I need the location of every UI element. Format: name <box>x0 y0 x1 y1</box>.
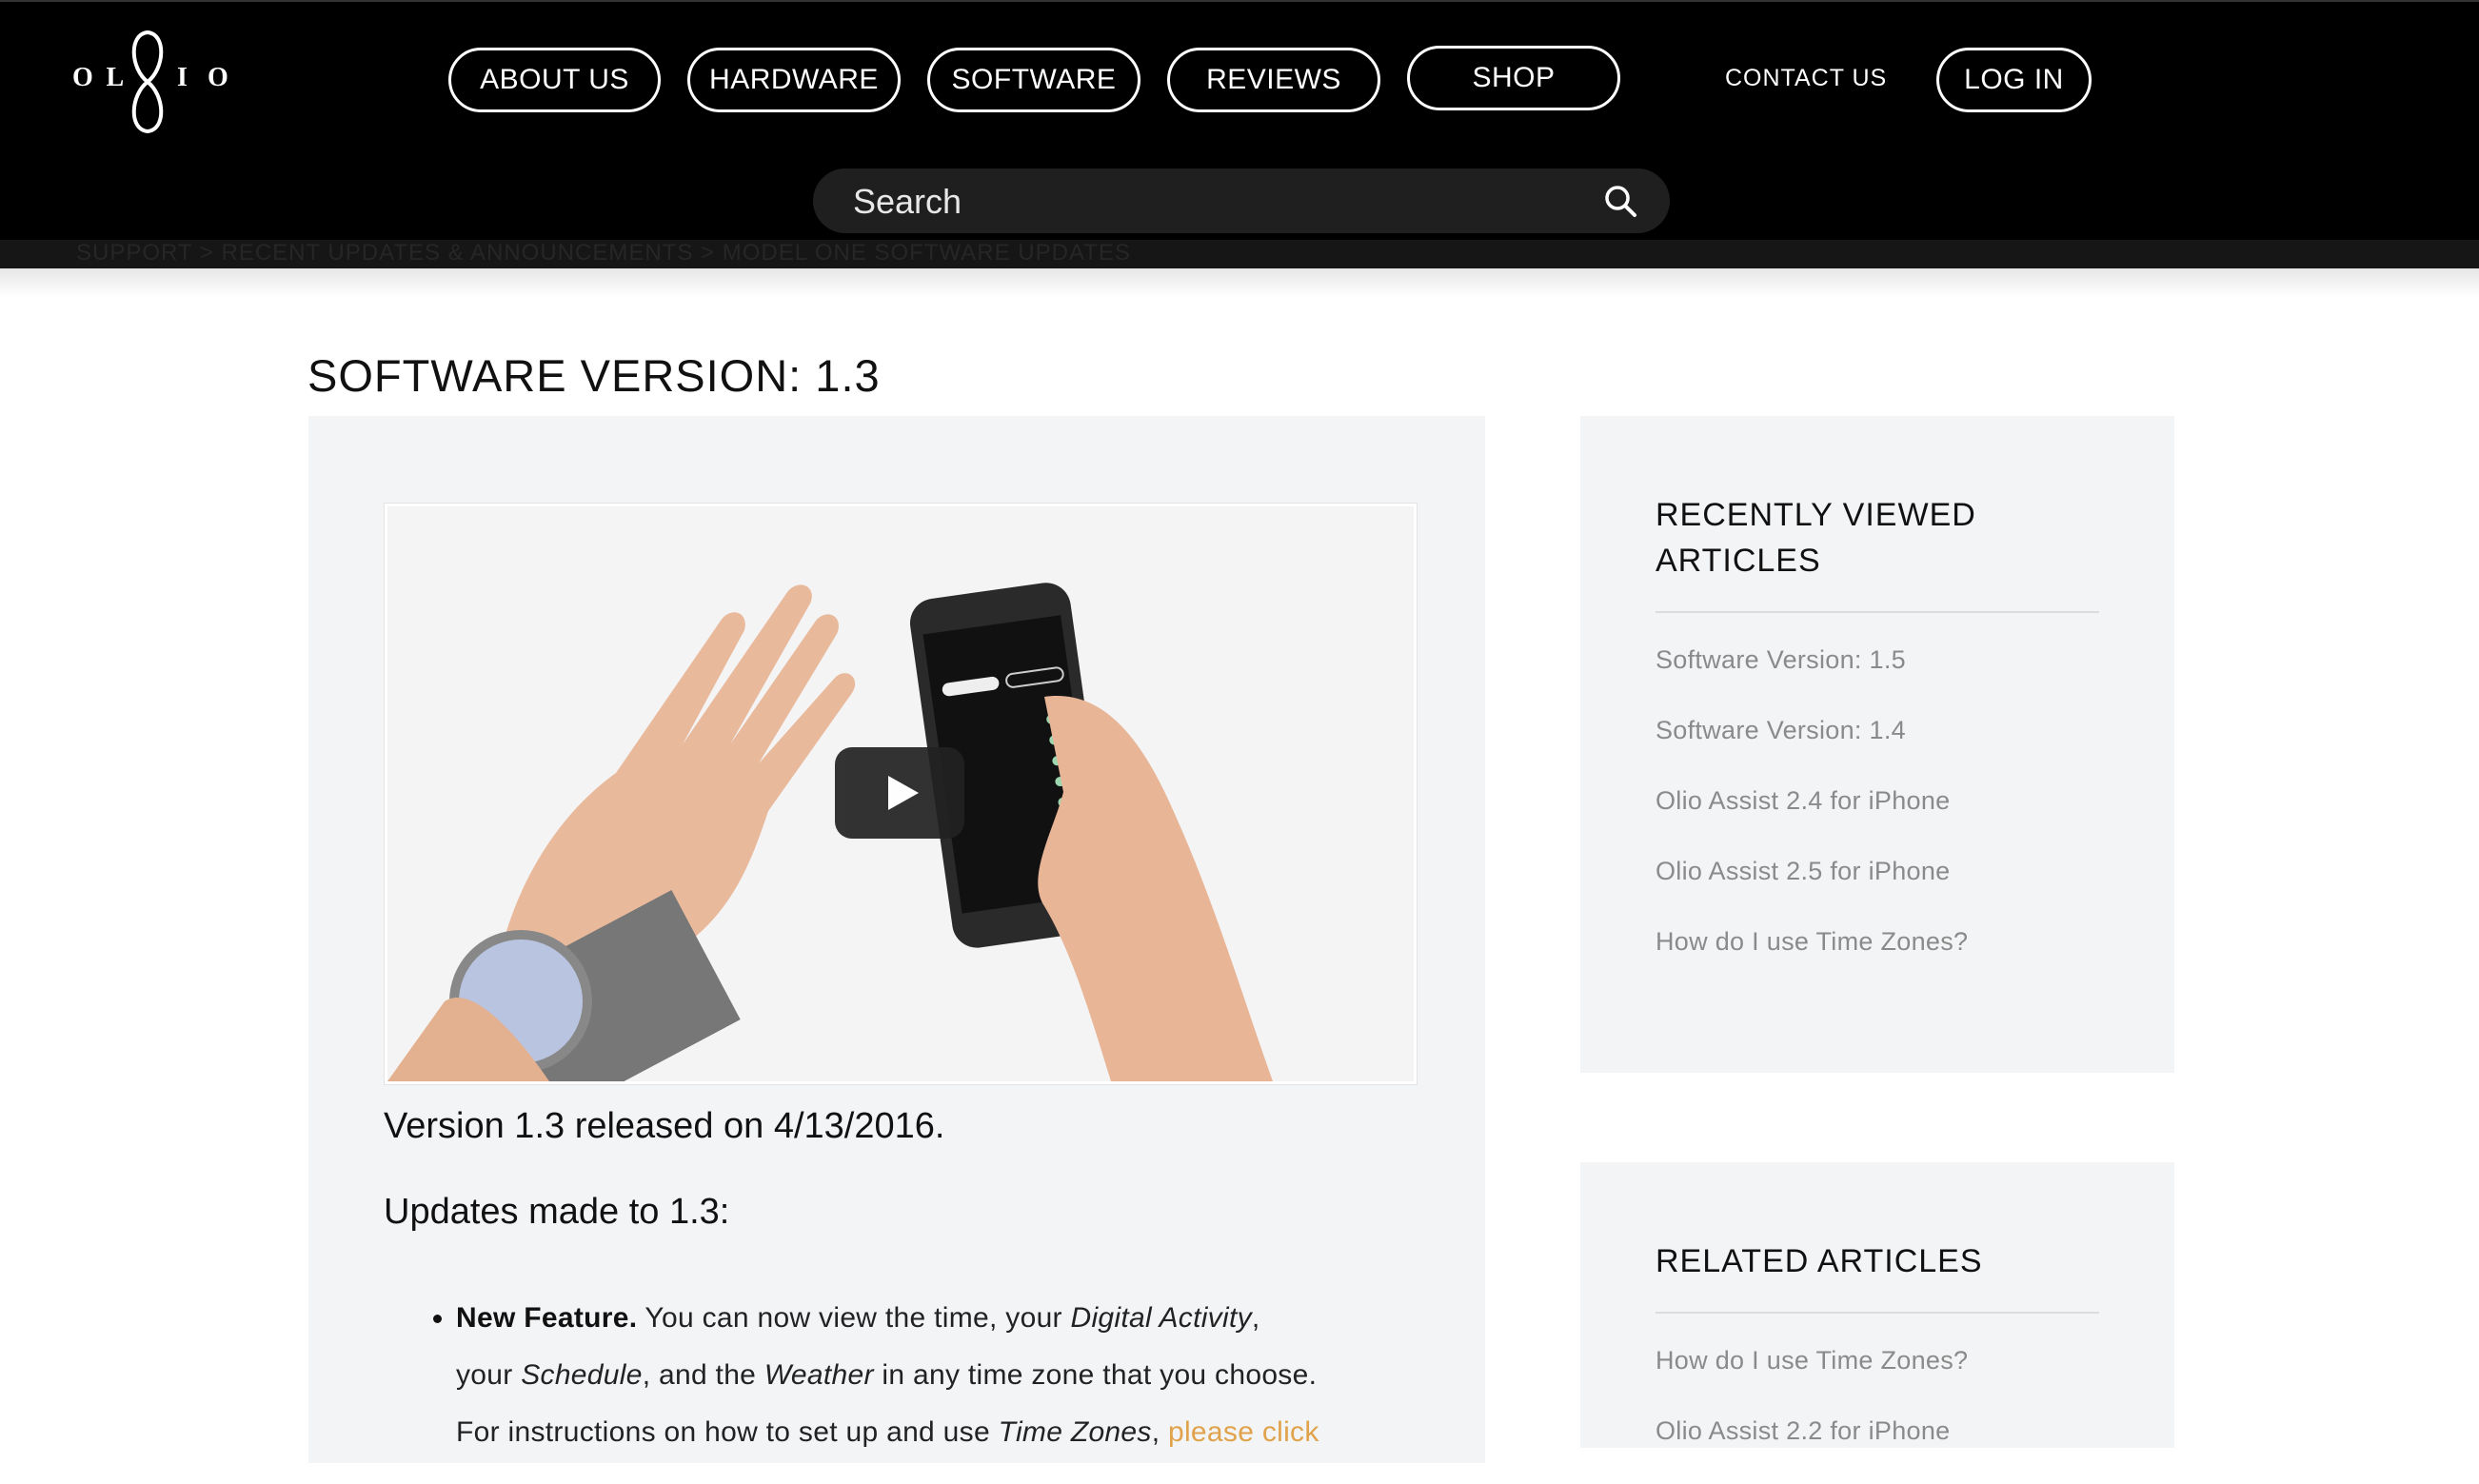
list-item: New Feature. You can now view the time, … <box>456 1302 1319 1448</box>
recent-article-link[interactable]: Olio Assist 2.5 for iPhone <box>1656 854 1968 924</box>
play-icon[interactable] <box>835 747 964 839</box>
header-shadow <box>0 268 2479 297</box>
nav-shop[interactable]: SHOP <box>1407 46 1620 110</box>
search-input[interactable] <box>851 176 1578 228</box>
related-article-link[interactable]: Olio Assist 2.2 for iPhone <box>1656 1414 1968 1484</box>
divider <box>1656 1312 2099 1314</box>
nav-reviews[interactable]: REVIEWS <box>1167 48 1380 112</box>
related-articles-heading: RELATED ARTICLES <box>1656 1243 1983 1279</box>
contact-us-link[interactable]: CONTACT US <box>1725 65 1887 92</box>
nav-software[interactable]: SOFTWARE <box>927 48 1140 112</box>
breadcrumb: SUPPORT > RECENT UPDATES & ANNOUNCEMENTS… <box>0 240 2479 268</box>
time-zones-link[interactable]: please click <box>1168 1416 1319 1448</box>
site-header: O L I I O ABOUT US HARDWARE SOFTWARE REV… <box>0 0 2479 240</box>
video-player[interactable] <box>385 504 1417 1084</box>
article-card: Version 1.3 released on 4/13/2016. Updat… <box>308 416 1485 1463</box>
search-bar <box>813 168 1670 233</box>
divider <box>1656 611 2099 613</box>
recent-article-link[interactable]: How do I use Time Zones? <box>1656 924 1968 995</box>
recently-viewed-list: Software Version: 1.5 Software Version: … <box>1656 643 1968 995</box>
page-title: SOFTWARE VERSION: 1.3 <box>307 350 881 402</box>
search-icon[interactable] <box>1603 184 1637 223</box>
nav-hardware[interactable]: HARDWARE <box>687 48 901 112</box>
updates-heading: Updates made to 1.3: <box>384 1192 730 1232</box>
update-list: New Feature. You can now view the time, … <box>433 1290 1389 1461</box>
breadcrumb-text[interactable]: SUPPORT > RECENT UPDATES & ANNOUNCEMENTS… <box>76 240 1131 267</box>
recent-article-link[interactable]: Software Version: 1.4 <box>1656 713 1968 783</box>
recent-article-link[interactable]: Olio Assist 2.4 for iPhone <box>1656 783 1968 854</box>
recently-viewed-panel: RECENTLY VIEWED ARTICLES Software Versio… <box>1580 416 2174 1073</box>
related-articles-list: How do I use Time Zones? Olio Assist 2.2… <box>1656 1343 1968 1484</box>
related-article-link[interactable]: How do I use Time Zones? <box>1656 1343 1968 1414</box>
nav-about-us[interactable]: ABOUT US <box>448 48 661 112</box>
related-articles-panel: RELATED ARTICLES How do I use Time Zones… <box>1580 1162 2174 1448</box>
release-text: Version 1.3 released on 4/13/2016. <box>384 1106 945 1146</box>
bullet-dot <box>433 1315 442 1323</box>
recently-viewed-heading: RECENTLY VIEWED ARTICLES <box>1656 497 1976 579</box>
login-button[interactable]: LOG IN <box>1936 48 2092 112</box>
recent-article-link[interactable]: Software Version: 1.5 <box>1656 643 1968 713</box>
main-nav: ABOUT US HARDWARE SOFTWARE REVIEWS SHOP … <box>0 46 2479 116</box>
